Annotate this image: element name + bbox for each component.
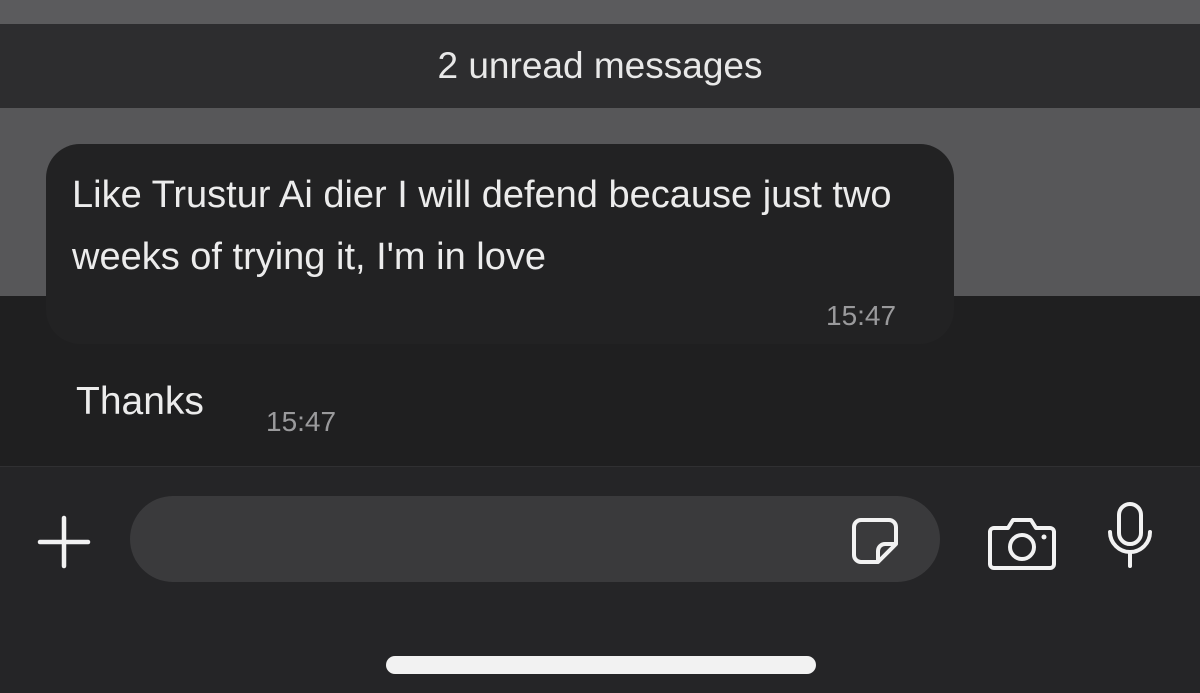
sticker-button[interactable]	[848, 514, 902, 568]
plus-icon	[37, 515, 91, 569]
message-text-thanks[interactable]: Thanks	[76, 380, 204, 424]
unread-messages-label: 2 unread messages	[437, 45, 763, 86]
top-strip	[0, 0, 1200, 24]
chat-screen: 2 unread messages Like Trustur Ai dier I…	[0, 0, 1200, 693]
attach-button[interactable]	[34, 512, 94, 572]
message-timestamp: 15:47	[826, 300, 897, 331]
message-timestamp-thanks: 15:47	[266, 406, 337, 437]
unread-messages-banner: 2 unread messages	[0, 24, 1200, 108]
camera-button[interactable]	[986, 512, 1058, 572]
voice-message-button[interactable]	[1104, 500, 1156, 572]
camera-icon	[988, 518, 1056, 570]
message-text: Like Trustur Ai dier I will defend becau…	[72, 174, 892, 278]
microphone-icon	[1108, 502, 1152, 568]
home-indicator[interactable]	[386, 656, 816, 674]
message-input[interactable]	[130, 496, 940, 582]
sticker-icon	[852, 518, 898, 564]
